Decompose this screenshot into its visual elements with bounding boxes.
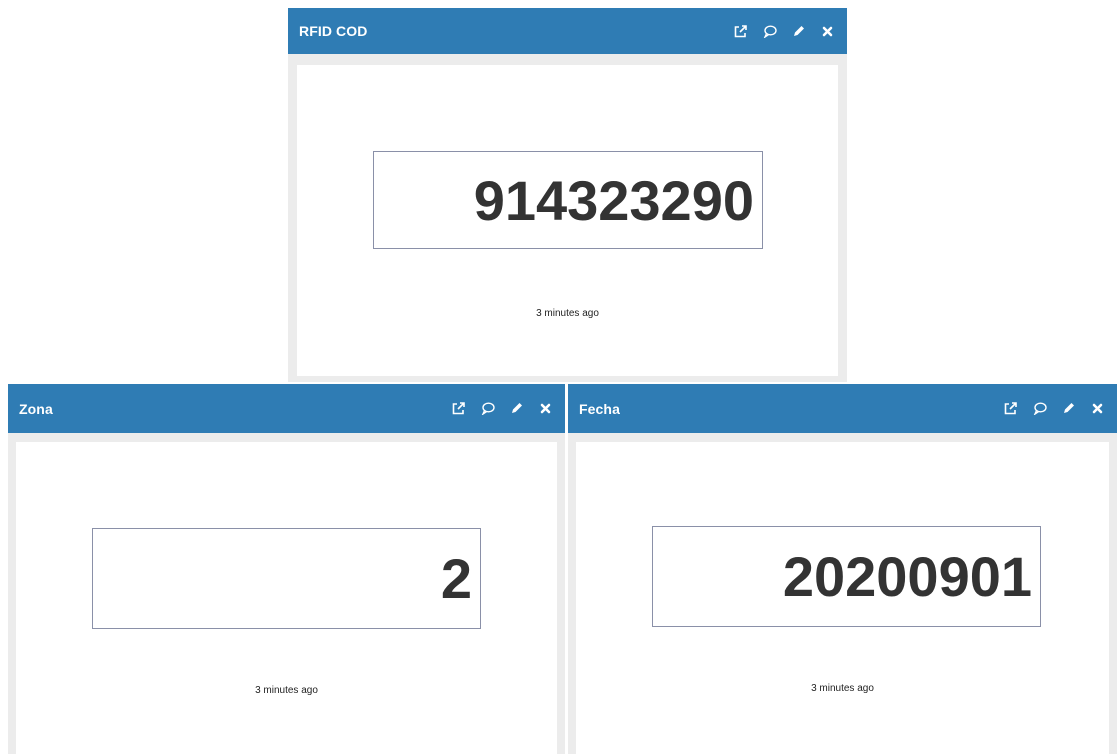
widget-title: RFID COD xyxy=(299,23,368,39)
comment-icon[interactable] xyxy=(480,401,495,416)
external-link-icon[interactable] xyxy=(733,24,748,39)
last-updated-text: 3 minutes ago xyxy=(536,308,599,319)
widget-zona: Zona 2 3 minutes ago xyxy=(8,384,565,754)
last-updated-text: 3 minutes ago xyxy=(811,683,874,694)
widget-toolbar xyxy=(1003,399,1105,419)
widget-header: RFID COD xyxy=(288,8,847,54)
rfid-value-display: 914323290 xyxy=(373,151,763,249)
widget-toolbar xyxy=(451,399,553,419)
close-icon[interactable] xyxy=(1090,401,1105,416)
edit-pencil-icon[interactable] xyxy=(791,24,806,39)
edit-pencil-icon[interactable] xyxy=(509,401,524,416)
comment-icon[interactable] xyxy=(1032,401,1047,416)
widget-body: 914323290 3 minutes ago xyxy=(297,65,838,376)
widget-title: Zona xyxy=(19,400,53,417)
widget-header: Zona xyxy=(8,384,565,433)
widget-rfid-cod: RFID COD 914323290 3 minutes ago xyxy=(288,8,847,382)
widget-toolbar xyxy=(733,21,835,41)
comment-icon[interactable] xyxy=(762,24,777,39)
fecha-value-display: 20200901 xyxy=(652,526,1041,627)
external-link-icon[interactable] xyxy=(451,401,466,416)
edit-pencil-icon[interactable] xyxy=(1061,401,1076,416)
widget-title: Fecha xyxy=(579,400,620,417)
external-link-icon[interactable] xyxy=(1003,401,1018,416)
close-icon[interactable] xyxy=(538,401,553,416)
dashboard: RFID COD 914323290 3 minutes ago Zona 2 … xyxy=(0,0,1117,754)
widget-body: 2 3 minutes ago xyxy=(16,442,557,754)
last-updated-text: 3 minutes ago xyxy=(255,685,318,696)
close-icon[interactable] xyxy=(820,24,835,39)
widget-header: Fecha xyxy=(568,384,1117,433)
widget-fecha: Fecha 20200901 3 minutes ago xyxy=(568,384,1117,754)
widget-body: 20200901 3 minutes ago xyxy=(576,442,1109,754)
zona-value-display: 2 xyxy=(92,528,481,629)
